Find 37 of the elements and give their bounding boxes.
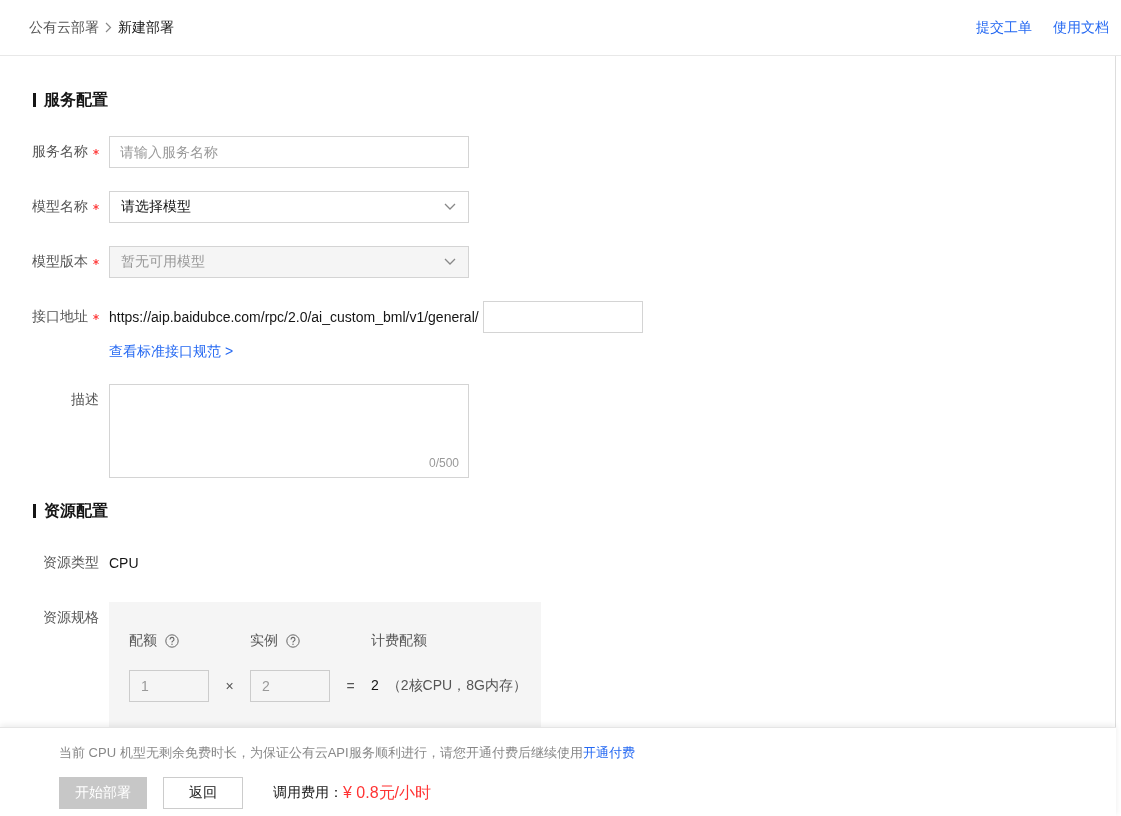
spec-link[interactable]: 查看标准接口规范 > <box>109 343 643 361</box>
section-title: 资源配置 <box>44 500 108 521</box>
description-field[interactable]: 0/500 <box>109 384 469 478</box>
column-label: 实例 <box>250 632 278 650</box>
chevron-down-icon <box>444 203 456 211</box>
cost-label: 调用费用： <box>273 784 343 802</box>
back-button[interactable]: 返回 <box>163 777 243 809</box>
header-link[interactable]: 提交工单 <box>976 18 1032 37</box>
result-note: （2核CPU，8G内存） <box>386 677 527 695</box>
field-label: 描述 <box>71 391 99 409</box>
field-label: 资源类型 <box>43 554 99 572</box>
result-value: 2 <box>371 677 379 695</box>
field-label: 模型版本 <box>32 253 88 271</box>
column-label: 计费配额 <box>371 632 427 650</box>
chevron-down-icon <box>444 258 456 266</box>
resource-type-value: CPU <box>109 554 139 573</box>
cost-value: ¥ 0.8元/小时 <box>343 782 432 803</box>
enable-billing-link[interactable]: 开通付费 <box>582 745 635 760</box>
column-label: 配额 <box>129 632 157 650</box>
field-label: 服务名称 <box>32 143 88 161</box>
help-icon[interactable] <box>165 634 179 648</box>
operator-sign: × <box>224 678 235 694</box>
breadcrumb-item: 新建部署 <box>118 18 174 37</box>
header-link[interactable]: 使用文档 <box>1053 18 1109 37</box>
service-name-field[interactable]: 请输入服务名称 <box>109 136 469 168</box>
section-title: 服务配置 <box>44 89 108 110</box>
chevron-right-icon <box>105 22 112 33</box>
notice-text: 当前 CPU 机型无剩余免费时长，为保证公有云API服务顺利进行，请您开通付费后继续使用开通付费 <box>59 744 636 762</box>
field-label: 资源规格 <box>43 609 99 627</box>
breadcrumb-item[interactable]: 公有云部署 <box>29 18 99 37</box>
help-icon[interactable] <box>286 634 300 648</box>
model-select[interactable]: 请选择模型 <box>109 191 469 223</box>
endpoint-field[interactable] <box>482 301 643 333</box>
endpoint-prefix: https://aip.baidubce.com/rpc/2.0/ai_custom_bml/v1/general/ <box>109 309 479 325</box>
operator-sign: = <box>345 678 356 694</box>
field-label: 模型名称 <box>32 198 88 216</box>
field-label: 接口地址 <box>32 308 88 326</box>
